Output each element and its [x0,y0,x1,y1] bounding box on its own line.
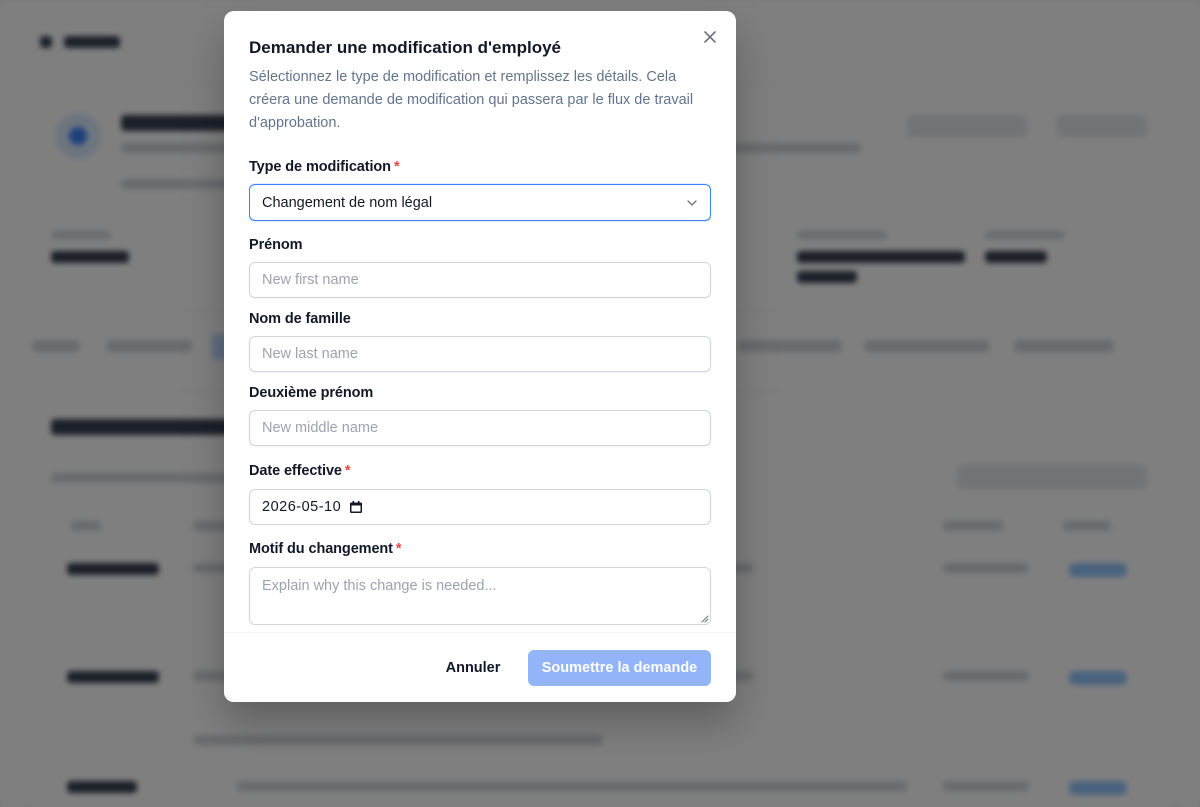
change-type-value: Changement de nom légal [262,194,433,211]
change-request-dialog: Demander une modification d'employé Séle… [224,11,736,702]
submit-request-button[interactable]: Soumettre la demande [528,650,711,686]
reason-textarea[interactable] [249,567,711,625]
last-name-input[interactable] [249,336,711,372]
middle-name-input[interactable] [249,410,711,446]
chevron-down-icon [686,197,698,209]
change-type-label-text: Type de modification [249,159,391,175]
last-name-label: Nom de famille [249,311,351,327]
calendar-icon[interactable] [349,500,363,514]
dialog-body: Demander une modification d'employé Séle… [249,11,711,632]
dialog-title: Demander une modification d'employé [249,38,561,57]
effective-date-input[interactable]: 2026-05-10 [249,489,711,525]
effective-date-value: 2026-05-10 [262,499,342,515]
dialog-footer: Annuler Soumettre la demande [224,632,736,702]
effective-date-label-text: Date effective [249,463,342,479]
cancel-button[interactable]: Annuler [430,650,516,686]
required-mark: * [393,159,400,175]
reason-label: Motif du changement * [249,541,402,557]
change-type-label: Type de modification * [249,159,400,175]
middle-name-label: Deuxième prénom [249,385,374,401]
first-name-label: Prénom [249,237,303,253]
effective-date-label: Date effective * [249,463,351,479]
first-name-input[interactable] [249,262,711,298]
required-mark: * [344,463,351,479]
resize-handle-icon[interactable] [701,615,709,623]
dialog-description: Sélectionnez le type de modification et … [249,69,694,131]
change-type-select[interactable]: Changement de nom légal [249,184,711,221]
required-mark: * [395,541,402,557]
reason-label-text: Motif du changement [249,541,393,557]
